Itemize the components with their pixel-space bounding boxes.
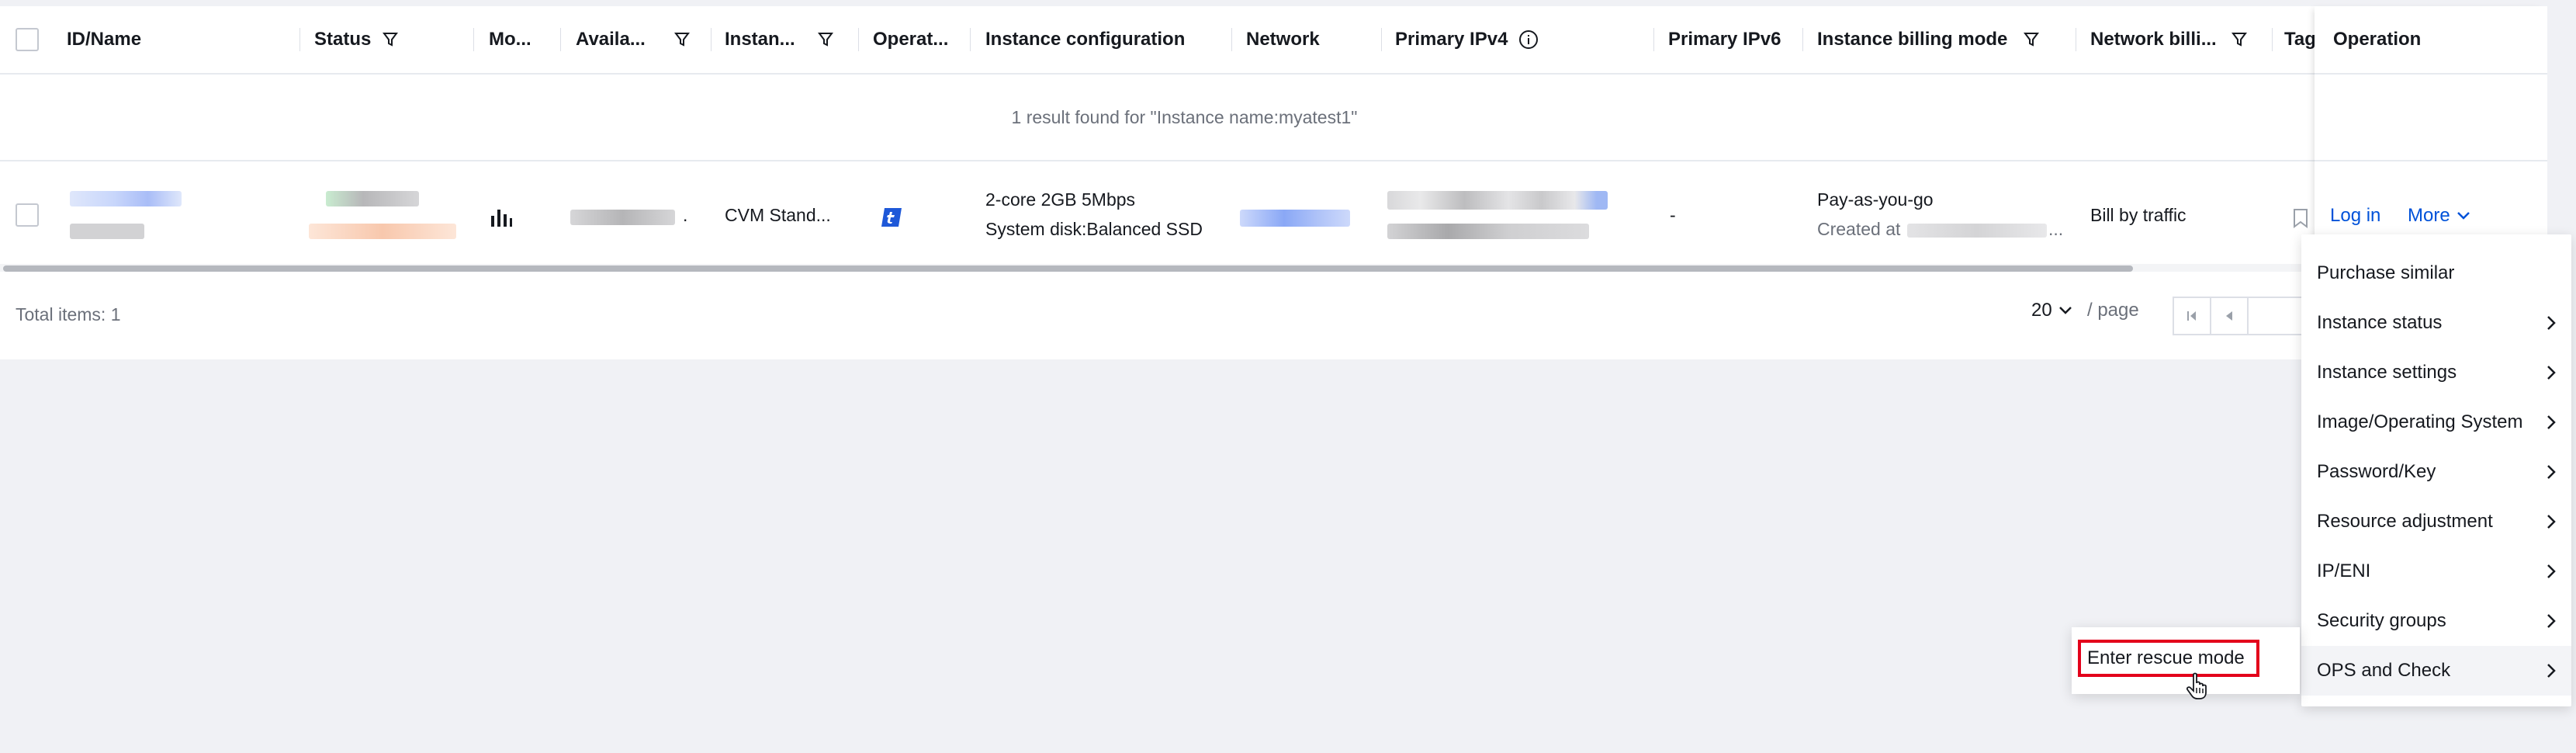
config-line2: System disk:Balanced SSD — [985, 219, 1203, 239]
menu-item-ip-eni[interactable]: IP/ENI — [2301, 547, 2571, 596]
chevron-right-icon — [2547, 316, 2556, 330]
chevron-right-icon — [2547, 465, 2556, 479]
menu-item-instance-status[interactable]: Instance status — [2301, 298, 2571, 348]
status-detail — [309, 224, 456, 239]
search-result-message: 1 result found for "Instance name:myates… — [0, 75, 2547, 161]
chevron-down-icon — [2058, 307, 2072, 314]
instance-table: ID/Name Status Mo... Availa... Instan...… — [0, 6, 2547, 359]
billing-mode: Pay-as-you-go — [1817, 189, 1934, 210]
filter-icon[interactable] — [382, 31, 399, 48]
page-size-select[interactable]: 20 — [2031, 300, 2072, 321]
chevron-down-icon — [2457, 212, 2470, 220]
filter-icon[interactable] — [673, 31, 691, 48]
instance-name — [70, 224, 144, 239]
menu-item-security-groups[interactable]: Security groups — [2301, 596, 2571, 646]
prev-page-icon — [2226, 311, 2232, 321]
table-row: . CVM Stand... 2-core 2GB 5Mbps System d… — [0, 161, 2547, 270]
select-all-checkbox[interactable] — [16, 28, 39, 51]
per-page-label: / page — [2087, 300, 2139, 321]
availability-ellipsis: . — [683, 205, 688, 225]
column-status[interactable]: Status — [314, 6, 399, 73]
column-network[interactable]: Network — [1246, 6, 1320, 73]
column-id-name[interactable]: ID/Name — [67, 6, 141, 73]
login-link[interactable]: Log in — [2330, 205, 2380, 227]
chevron-right-icon — [2547, 515, 2556, 529]
menu-item-image-os[interactable]: Image/Operating System — [2301, 397, 2571, 447]
column-availability[interactable]: Availa... — [576, 6, 691, 73]
filter-icon[interactable] — [2231, 31, 2248, 48]
chevron-right-icon — [2547, 614, 2556, 628]
chevron-right-icon — [2547, 415, 2556, 429]
first-page-button[interactable] — [2173, 297, 2211, 335]
instance-type: CVM Stand... — [725, 205, 831, 225]
availability-zone — [570, 210, 675, 225]
column-monitoring[interactable]: Mo... — [489, 6, 531, 73]
column-operating-system[interactable]: Operat... — [873, 6, 948, 73]
menu-item-resource-adjustment[interactable]: Resource adjustment — [2301, 497, 2571, 547]
ops-check-submenu: Enter rescue mode — [2072, 627, 2300, 694]
more-menu: Purchase similar Instance status Instanc… — [2301, 234, 2571, 706]
column-primary-ipv4[interactable]: Primary IPv4 — [1395, 6, 1539, 73]
column-instance-configuration[interactable]: Instance configuration — [985, 6, 1185, 73]
column-operation: Operation — [2333, 29, 2422, 50]
primary-ipv6-value: - — [1670, 205, 1676, 225]
status-badge — [326, 191, 419, 206]
column-tags[interactable]: Tag — [2284, 6, 2316, 73]
table-header: ID/Name Status Mo... Availa... Instan...… — [0, 6, 2547, 75]
row-checkbox[interactable] — [16, 203, 39, 227]
hand-cursor-icon — [2186, 672, 2207, 699]
os-badge-icon — [881, 208, 902, 227]
menu-item-ops-and-check[interactable]: OPS and Check — [2301, 646, 2571, 696]
private-ipv4 — [1387, 224, 1589, 239]
prev-page-button[interactable] — [2210, 297, 2249, 335]
column-instance-billing-mode[interactable]: Instance billing mode — [1817, 6, 2040, 73]
primary-ipv4 — [1387, 191, 1608, 210]
filter-icon[interactable] — [2023, 31, 2040, 48]
menu-item-purchase-similar[interactable]: Purchase similar — [2301, 248, 2571, 298]
menu-item-password-key[interactable]: Password/Key — [2301, 447, 2571, 497]
network-link[interactable] — [1240, 210, 1350, 227]
bookmark-icon[interactable] — [2292, 208, 2309, 228]
instance-id-link[interactable] — [70, 191, 182, 206]
config-line1: 2-core 2GB 5Mbps — [985, 189, 1136, 210]
enter-rescue-mode-item[interactable]: Enter rescue mode — [2078, 640, 2259, 677]
chevron-right-icon — [2547, 564, 2556, 578]
total-items: Total items: 1 — [16, 304, 121, 324]
created-at-ellipsis: ... — [2048, 219, 2064, 239]
info-icon[interactable] — [1518, 29, 1539, 50]
created-at-label: Created at — [1817, 219, 1901, 239]
first-page-icon — [2187, 311, 2196, 321]
table-footer — [0, 270, 2547, 359]
chevron-right-icon — [2547, 664, 2556, 678]
created-at-value — [1907, 224, 2047, 238]
more-dropdown[interactable]: More — [2408, 205, 2470, 227]
column-primary-ipv6[interactable]: Primary IPv6 — [1668, 6, 1781, 73]
filter-icon[interactable] — [817, 31, 834, 48]
network-billing-value: Bill by traffic — [2090, 205, 2186, 225]
column-instance-type[interactable]: Instan... — [725, 6, 834, 73]
menu-item-instance-settings[interactable]: Instance settings — [2301, 348, 2571, 397]
column-network-billing[interactable]: Network billi... — [2090, 6, 2248, 73]
chevron-right-icon — [2547, 366, 2556, 380]
monitoring-bars-icon[interactable] — [490, 206, 512, 227]
